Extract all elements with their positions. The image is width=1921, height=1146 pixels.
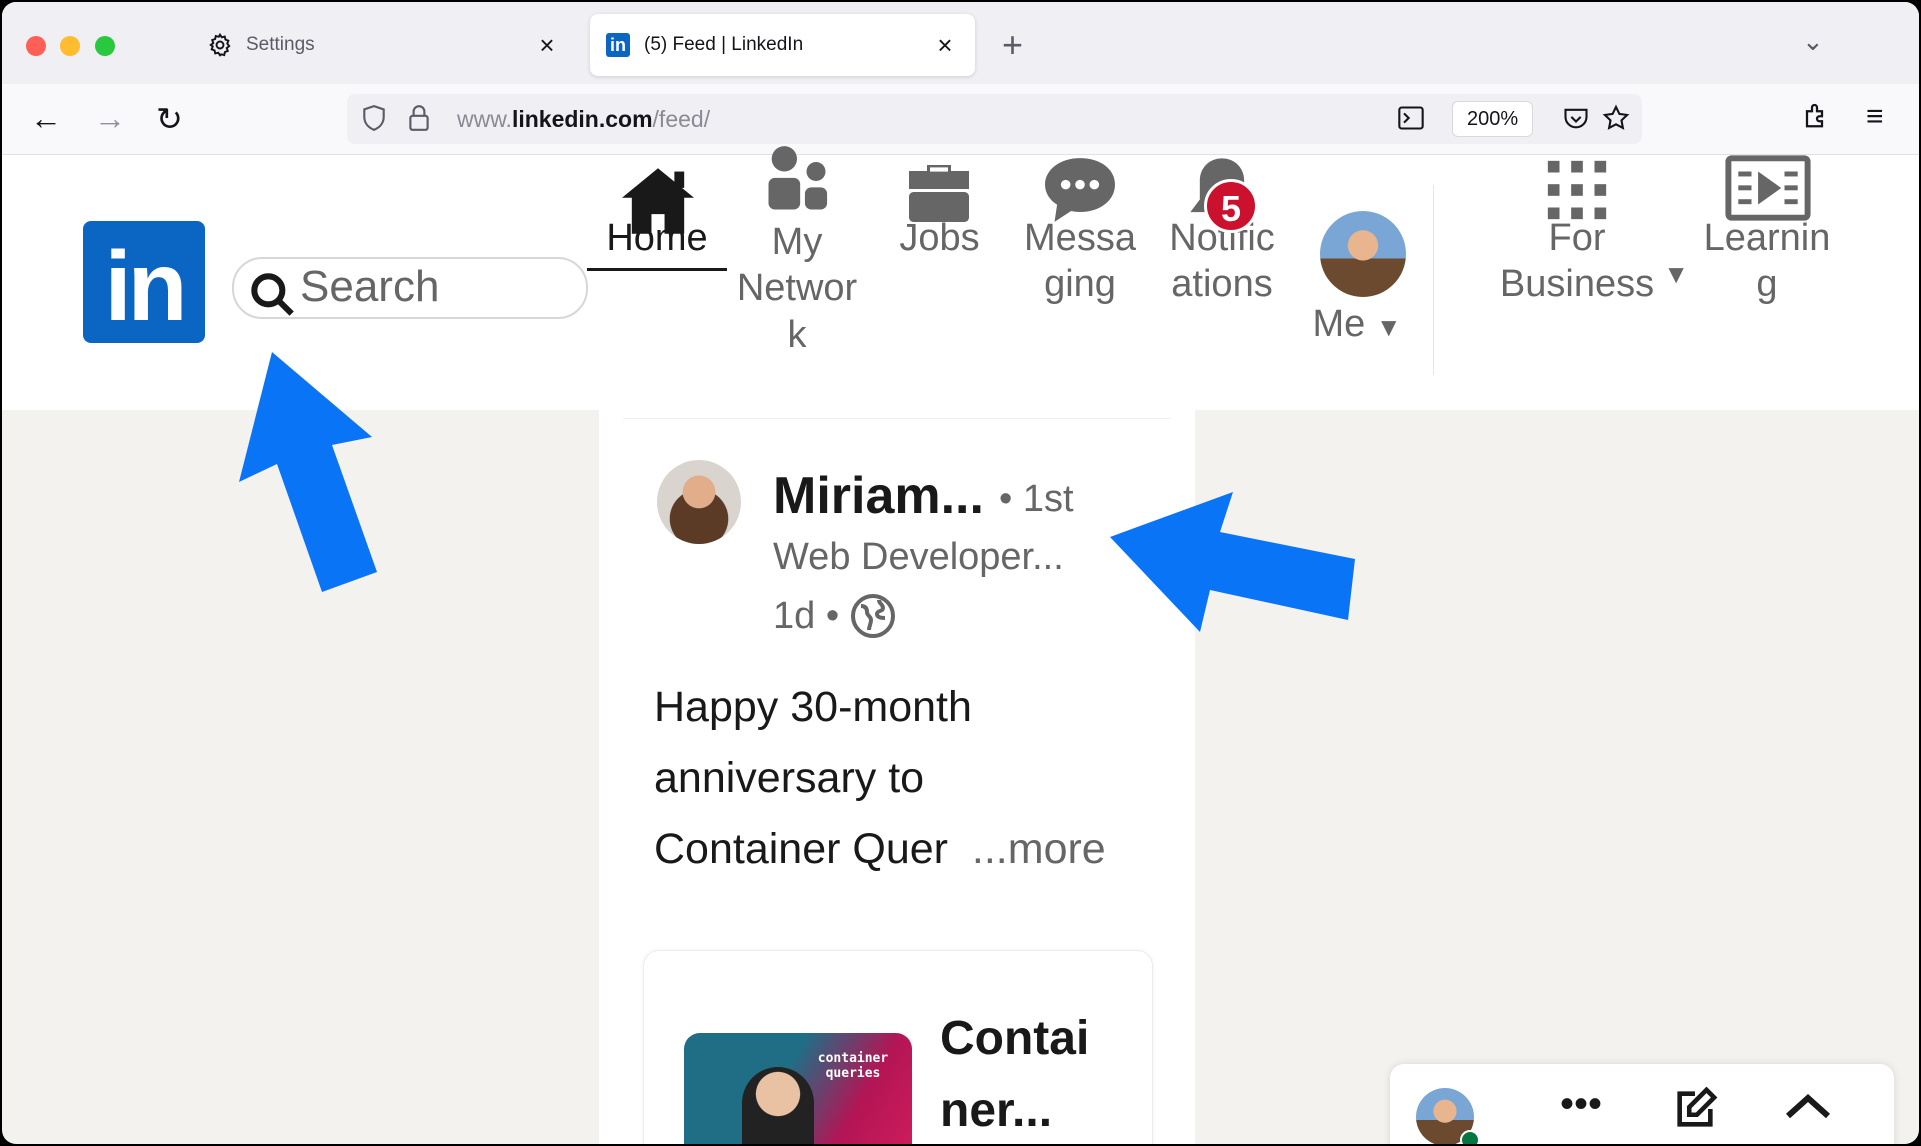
post-text-line: Container Quer — [654, 825, 948, 873]
thumbnail-person-image — [742, 1067, 814, 1144]
new-tab-icon[interactable]: + — [1002, 24, 1023, 66]
compose-icon[interactable] — [1672, 1086, 1718, 1142]
menu-icon[interactable]: ≡ — [1866, 100, 1884, 134]
post-timestamp: 1d • — [773, 592, 897, 640]
close-window-button[interactable] — [26, 36, 46, 56]
article-thumbnail[interactable]: container queries — [684, 1033, 912, 1144]
avatar[interactable] — [1320, 211, 1406, 297]
post-text-line: Happy 30-month — [654, 683, 972, 731]
nav-label: My — [771, 221, 823, 263]
article-title-line: Contai — [940, 1012, 1090, 1065]
post-text-line: anniversary to — [654, 754, 925, 802]
chevron-down-icon[interactable]: ⌄ — [1802, 26, 1824, 57]
close-tab-icon[interactable]: × — [533, 30, 561, 61]
address-bar[interactable]: www.linkedin.com/feed/ 200% — [347, 94, 1642, 144]
close-tab-icon[interactable]: × — [931, 30, 959, 61]
nav-label: k — [787, 313, 807, 356]
feed-post: Miriam... • 1st Web Developer... 1d • Ha… — [599, 410, 1195, 1144]
people-icon — [768, 146, 828, 210]
minimize-window-button[interactable] — [60, 36, 80, 56]
linkedin-icon: in — [604, 31, 632, 59]
nav-jobs[interactable]: Jobs — [882, 165, 997, 261]
extensions-icon[interactable] — [1802, 100, 1832, 138]
linkedin-logo[interactable]: in — [83, 221, 205, 343]
post-time-text: 1d • — [773, 594, 840, 637]
article-title-line: ner... — [940, 1084, 1053, 1137]
annotation-arrow-left — [1110, 492, 1355, 632]
nav-label: ations — [1171, 263, 1273, 306]
messaging-overlay[interactable]: ••• — [1390, 1064, 1894, 1144]
annotation-arrow-up — [239, 352, 377, 592]
nav-label: ging — [1044, 263, 1116, 306]
divider — [623, 418, 1171, 419]
home-icon — [622, 168, 694, 234]
reader-view-icon[interactable] — [1397, 104, 1425, 139]
article-title[interactable]: Contai ner... — [940, 1003, 1110, 1144]
tab-strip: Settings × in (5) Feed | LinkedIn × + ⌄ — [2, 2, 1919, 84]
navigation-toolbar: ← → ↻ www.linkedin.com/feed/ 200% ≡ — [2, 84, 1919, 155]
browser-window: Settings × in (5) Feed | LinkedIn × + ⌄ … — [2, 2, 1919, 1144]
article-preview-card[interactable]: container queries Contai ner... — [643, 950, 1153, 1144]
nav-label: Learnin — [1703, 217, 1831, 259]
chat-bubble-icon — [1045, 158, 1115, 222]
more-options-icon[interactable]: ••• — [1560, 1082, 1602, 1127]
gear-icon — [206, 31, 234, 59]
nav-learning[interactable]: Learnin g — [1697, 155, 1837, 308]
briefcase-icon — [909, 165, 969, 222]
globe-icon — [851, 594, 896, 638]
nav-label: Networ — [736, 267, 858, 310]
nav-divider — [1433, 185, 1434, 375]
maximize-window-button[interactable] — [95, 36, 115, 56]
tab-title: Settings — [246, 34, 315, 55]
url-text[interactable]: www.linkedin.com/feed/ — [457, 106, 710, 133]
pocket-icon[interactable] — [1562, 104, 1590, 139]
see-more-link[interactable]: ...more — [972, 825, 1106, 873]
back-arrow-icon[interactable]: ← — [30, 100, 62, 137]
tab-settings[interactable]: Settings × — [192, 14, 577, 76]
caret-down-icon: ▼ — [1663, 259, 1689, 289]
active-underline — [587, 268, 727, 272]
nav-me[interactable]: Me ▼ — [1297, 301, 1417, 347]
shield-icon[interactable] — [361, 104, 387, 139]
nav-my-network[interactable]: My Networ k — [727, 146, 867, 358]
nav-label: Business — [1499, 263, 1655, 306]
nav-messaging[interactable]: Messa ging — [1015, 158, 1145, 308]
search-input[interactable] — [300, 265, 570, 309]
online-status-dot — [1460, 1130, 1480, 1144]
author-headline: Web Developer... — [773, 536, 1064, 578]
tab-linkedin-feed[interactable]: in (5) Feed | LinkedIn × — [590, 14, 975, 76]
search-field[interactable] — [232, 257, 588, 319]
lock-icon[interactable] — [407, 104, 431, 139]
author-name[interactable]: Miriam... — [773, 466, 984, 526]
search-icon — [251, 273, 294, 316]
nav-for-business[interactable]: For Business ▼ — [1477, 160, 1689, 308]
nav-label: Me — [1312, 303, 1366, 345]
chevron-up-icon[interactable] — [1782, 1086, 1834, 1136]
reload-icon[interactable]: ↻ — [156, 100, 183, 138]
author-avatar[interactable] — [657, 460, 741, 544]
nav-home[interactable]: Home — [587, 168, 727, 272]
caret-down-icon: ▼ — [1375, 312, 1402, 342]
zoom-level-button[interactable]: 200% — [1452, 101, 1534, 137]
video-play-icon — [1725, 155, 1811, 221]
notification-count-badge: 5 — [1204, 179, 1258, 233]
post-body: Happy 30-month anniversary to Container … — [654, 672, 1144, 885]
connection-degree: • 1st — [999, 478, 1074, 520]
forward-arrow-icon[interactable]: → — [94, 100, 126, 137]
grid-icon — [1547, 160, 1607, 220]
nav-label: g — [1756, 263, 1778, 306]
thumbnail-caption: container queries — [817, 1051, 889, 1081]
star-icon[interactable] — [1602, 104, 1630, 139]
tab-title: (5) Feed | LinkedIn — [644, 34, 804, 55]
